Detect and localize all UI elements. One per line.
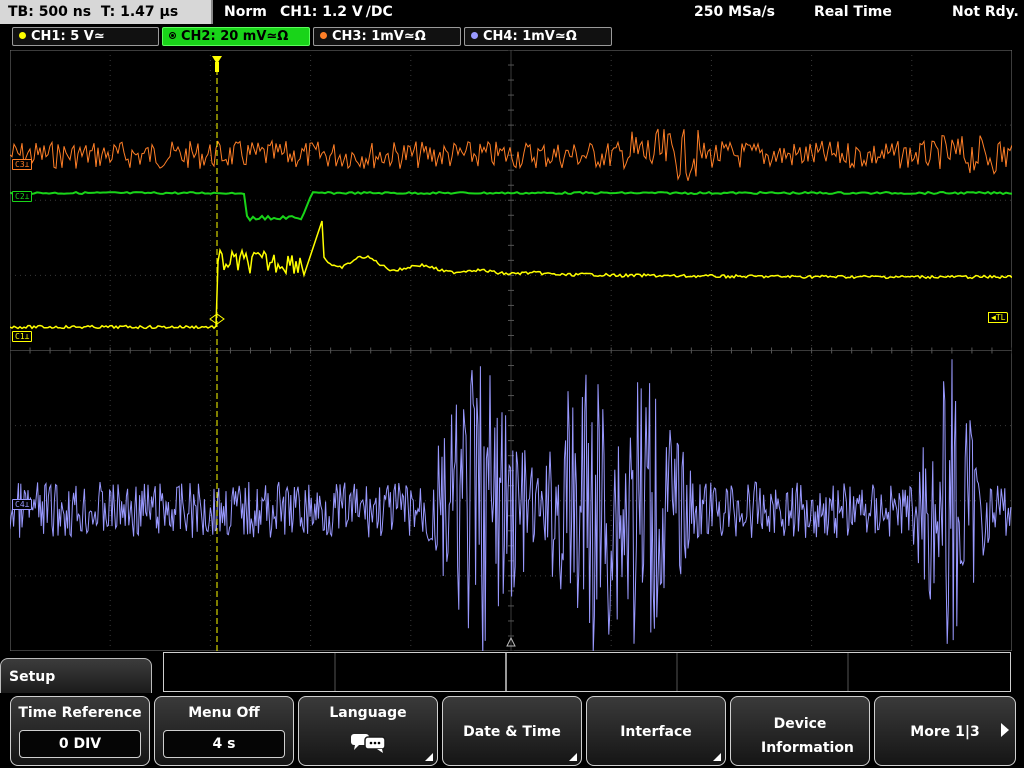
menu-off-softkey[interactable]: Menu Off 4 s bbox=[154, 696, 294, 766]
ch4-offset-marker[interactable]: C4⊥ bbox=[12, 499, 33, 510]
trigger-level-marker[interactable]: ◀TL bbox=[988, 312, 1009, 323]
tab-ch1-label: CH1: 5 V≃ bbox=[31, 29, 105, 44]
language-softkey[interactable]: Language bbox=[298, 696, 438, 766]
speech-bubbles-icon bbox=[351, 734, 386, 753]
tab-ch4-label: CH4: 1mV≃Ω bbox=[483, 29, 577, 44]
menu-title: Setup bbox=[9, 669, 56, 685]
tab-ch4[interactable]: CH4: 1mV≃Ω bbox=[464, 27, 612, 46]
tab-ch3[interactable]: CH3: 1mV≃Ω bbox=[313, 27, 461, 46]
ch1-color-dot bbox=[19, 32, 26, 39]
menu-off-value[interactable]: 4 s bbox=[163, 730, 285, 758]
interface-label: Interface bbox=[620, 724, 692, 740]
menu-off-label: Menu Off bbox=[188, 705, 260, 721]
tab-ch3-label: CH3: 1mV≃Ω bbox=[332, 29, 426, 44]
submenu-indicator-icon bbox=[425, 753, 433, 761]
language-label: Language bbox=[329, 705, 407, 721]
device-information-label: Device Information bbox=[761, 716, 854, 756]
menu-title-tab: Setup bbox=[0, 658, 152, 694]
date-time-softkey[interactable]: Date & Time bbox=[442, 696, 582, 766]
channel-tabs: CH1: 5 V≃ CH2: 20 mV≃Ω CH3: 1mV≃Ω CH4: 1… bbox=[0, 26, 1024, 48]
time-reference-value[interactable]: 0 DIV bbox=[19, 730, 141, 758]
more-softkey[interactable]: More 1|3 bbox=[874, 696, 1016, 766]
tab-ch1[interactable]: CH1: 5 V≃ bbox=[12, 27, 159, 46]
trigger-time-value: T: 1.47 µs bbox=[100, 4, 179, 20]
trigger-position-stem bbox=[215, 62, 219, 72]
sample-rate: 250 MSa/s bbox=[694, 4, 776, 20]
time-reference-softkey[interactable]: Time Reference 0 DIV bbox=[10, 696, 150, 766]
ch1-marker-label: C1 bbox=[15, 332, 25, 341]
acquisition-mode: Real Time bbox=[814, 4, 892, 20]
more-label: More 1|3 bbox=[910, 724, 980, 740]
trigger-source-value: CH1: 1.2 V bbox=[280, 4, 363, 20]
status-bar: TB: 500 ns T: 1.47 µs Norm CH1: 1.2 V ∕DC… bbox=[0, 0, 1024, 24]
waveform-canvas[interactable] bbox=[10, 50, 1012, 651]
record-overview-strip bbox=[163, 652, 1011, 692]
tab-ch2[interactable]: CH2: 20 mV≃Ω bbox=[162, 27, 310, 46]
ch3-marker-label: C3 bbox=[15, 160, 25, 169]
record-overview-ticks bbox=[334, 653, 849, 691]
interface-softkey[interactable]: Interface bbox=[586, 696, 726, 766]
device-information-softkey[interactable]: Device Information bbox=[730, 696, 870, 766]
timebase-value: TB: 500 ns bbox=[8, 4, 92, 20]
trigger-mode[interactable]: Norm bbox=[224, 0, 267, 24]
trigger-edge: ∕DC bbox=[365, 4, 393, 20]
ch2-marker-label: C2 bbox=[15, 192, 25, 201]
submenu-indicator-icon bbox=[713, 753, 721, 761]
ch4-color-dot bbox=[471, 32, 478, 39]
waveform-display[interactable]: C3⊥ C2⊥ C1⊥ C4⊥ ◀TL bbox=[10, 50, 1012, 651]
ch3-offset-marker[interactable]: C3⊥ bbox=[12, 159, 33, 170]
ch4-marker-label: C4 bbox=[15, 500, 25, 509]
tab-ch2-label: CH2: 20 mV≃Ω bbox=[181, 29, 289, 44]
ch2-color-dot bbox=[169, 32, 176, 39]
trigger-level-label: TL bbox=[995, 313, 1006, 322]
submenu-indicator-icon bbox=[569, 753, 577, 761]
ch1-offset-marker[interactable]: C1⊥ bbox=[12, 331, 33, 342]
time-reference-label: Time Reference bbox=[18, 705, 142, 721]
timebase-display[interactable]: TB: 500 ns T: 1.47 µs bbox=[0, 0, 213, 24]
date-time-label: Date & Time bbox=[463, 724, 561, 740]
next-page-arrow-icon bbox=[1001, 723, 1009, 737]
ch2-offset-marker[interactable]: C2⊥ bbox=[12, 191, 33, 202]
trigger-source[interactable]: CH1: 1.2 V ∕DC bbox=[280, 0, 393, 24]
acquisition-status: Not Rdy. bbox=[952, 4, 1019, 20]
ch3-color-dot bbox=[320, 32, 327, 39]
